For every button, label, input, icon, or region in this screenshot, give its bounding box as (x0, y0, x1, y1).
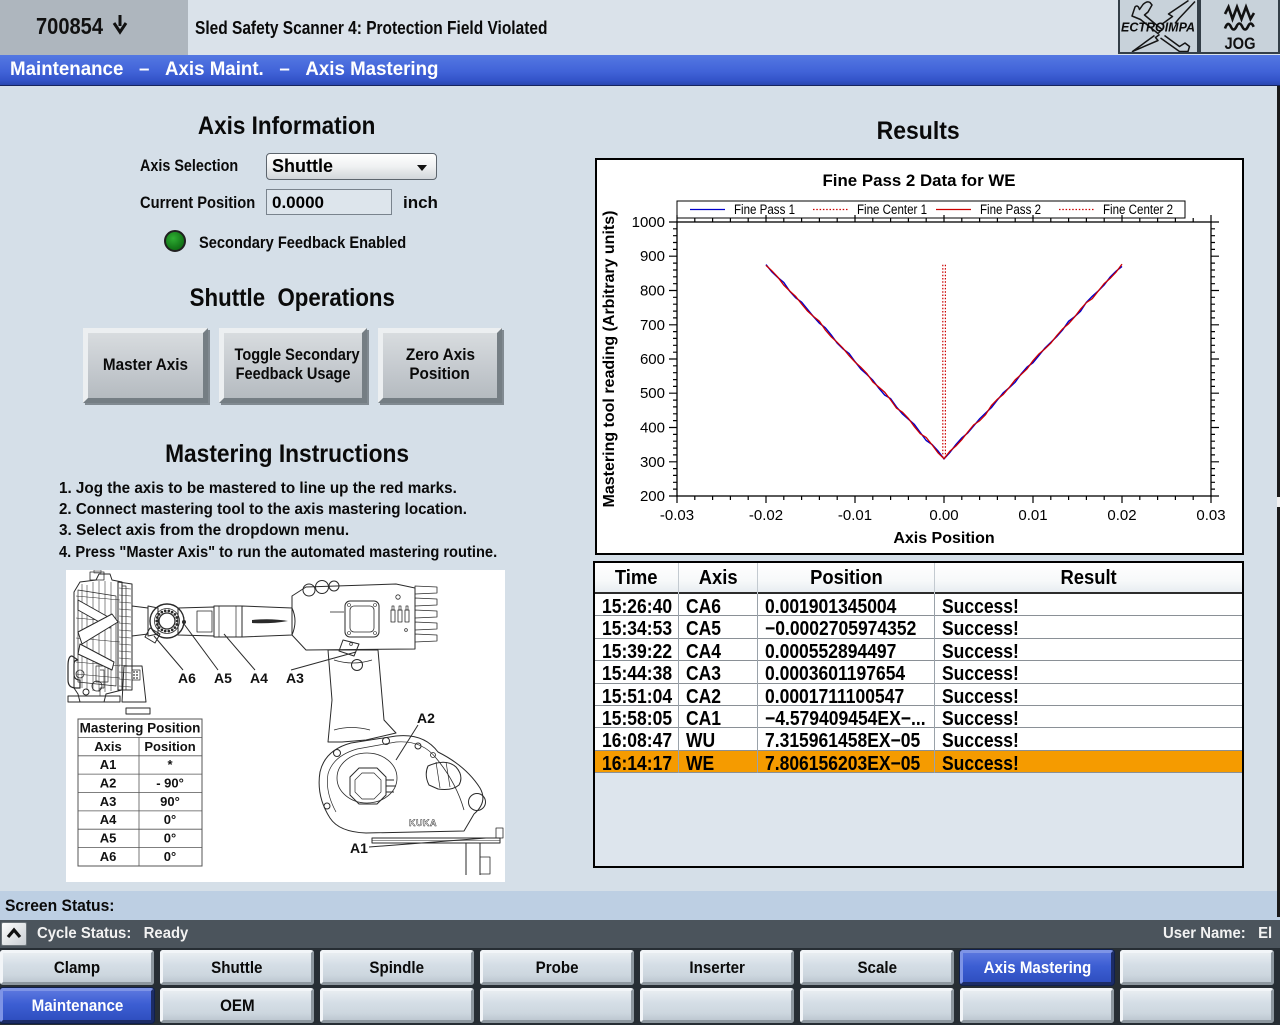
svg-text:A5: A5 (100, 831, 117, 846)
svg-text:0.03: 0.03 (1196, 507, 1225, 524)
svg-text:JOG: JOG (1225, 35, 1256, 52)
svg-text:Mastering Position: Mastering Position (80, 720, 201, 735)
svg-text:A3: A3 (286, 670, 304, 686)
svg-text:A2: A2 (100, 776, 117, 791)
svg-text:Fine Center 2: Fine Center 2 (1103, 202, 1173, 217)
svg-text:-0.01: -0.01 (838, 507, 872, 524)
svg-text:Fine Pass 1: Fine Pass 1 (734, 202, 795, 217)
svg-text:Position: Position (144, 739, 195, 754)
svg-text:800: 800 (640, 283, 665, 300)
svg-text:0°: 0° (164, 831, 176, 846)
svg-text:A4: A4 (250, 670, 268, 686)
svg-text:Fine Pass 2 Data for WE: Fine Pass 2 Data for WE (823, 171, 1016, 190)
svg-text:200: 200 (640, 488, 665, 505)
svg-text:ECTROIMPA: ECTROIMPA (1121, 21, 1195, 35)
svg-text:0.01: 0.01 (1018, 507, 1047, 524)
svg-text:Axis: Axis (94, 739, 121, 754)
svg-text:Fine Pass 2: Fine Pass 2 (980, 202, 1041, 217)
svg-text:0°: 0° (164, 849, 176, 864)
svg-text:KUKA: KUKA (409, 818, 437, 828)
svg-text:- 90°: - 90° (156, 776, 184, 791)
svg-text:300: 300 (640, 454, 665, 471)
svg-text:A4: A4 (100, 812, 117, 827)
svg-text:-0.02: -0.02 (749, 507, 783, 524)
svg-text:0.00: 0.00 (929, 507, 958, 524)
svg-text:Axis Position: Axis Position (893, 530, 994, 547)
svg-text:-0.03: -0.03 (660, 507, 694, 524)
svg-text:600: 600 (640, 351, 665, 368)
svg-text:90°: 90° (160, 794, 180, 809)
svg-text:0°: 0° (164, 812, 176, 827)
svg-text:500: 500 (640, 385, 665, 402)
svg-text:700: 700 (640, 317, 665, 334)
svg-text:900: 900 (640, 248, 665, 265)
svg-text:A6: A6 (178, 670, 196, 686)
svg-text:0.02: 0.02 (1107, 507, 1136, 524)
svg-text:A1: A1 (100, 757, 117, 772)
svg-text:1000: 1000 (632, 214, 665, 231)
svg-text:A5: A5 (214, 670, 232, 686)
svg-text:A2: A2 (417, 710, 435, 726)
svg-text:*: * (167, 757, 173, 772)
svg-text:A3: A3 (100, 794, 117, 809)
svg-text:400: 400 (640, 420, 665, 437)
svg-text:Fine Center 1: Fine Center 1 (857, 202, 927, 217)
svg-text:Mastering tool reading (Arbitr: Mastering tool reading (Arbitrary units) (601, 211, 618, 508)
svg-text:A1: A1 (350, 840, 368, 856)
svg-text:A6: A6 (100, 849, 117, 864)
